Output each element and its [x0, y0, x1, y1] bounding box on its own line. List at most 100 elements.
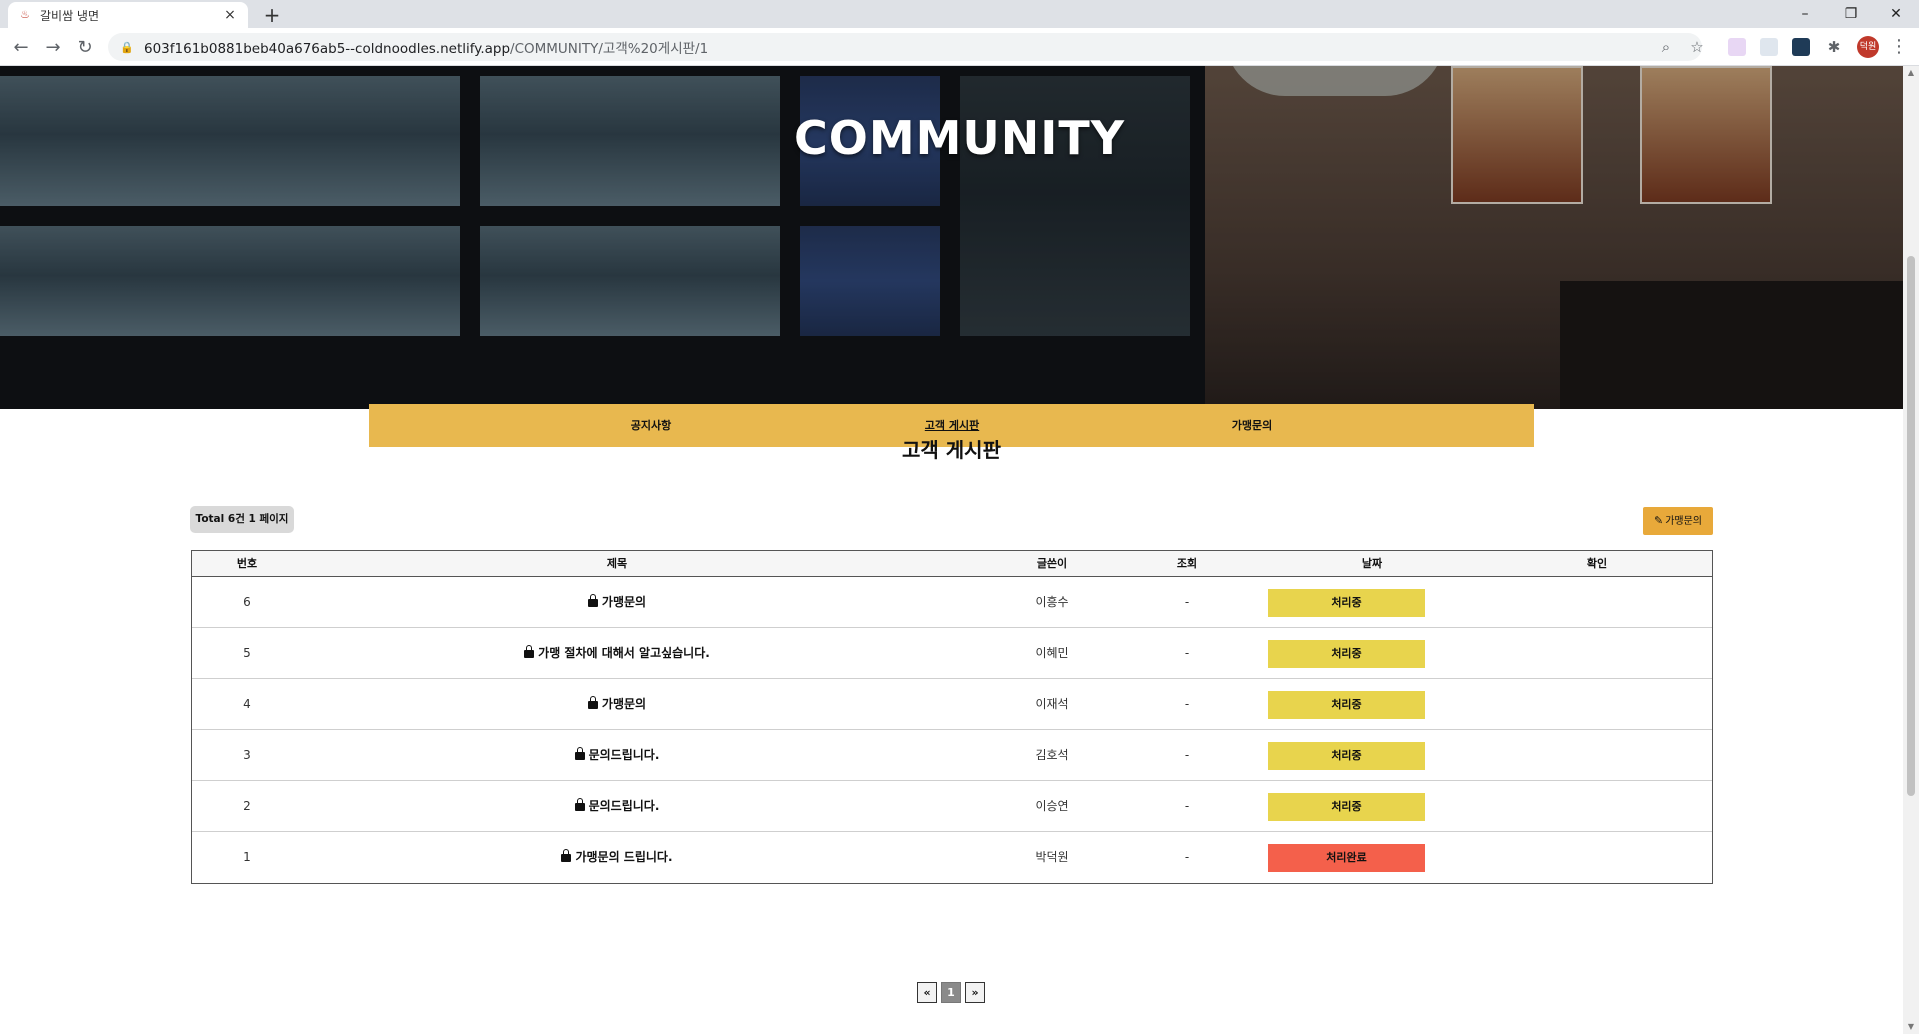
tab-title: 갈비쌈 냉면: [40, 8, 100, 23]
lock-icon: [574, 798, 585, 811]
table-row[interactable]: 2문의드립니다.이승연-2021 / 03 - 1처리중: [192, 781, 1712, 832]
row-author: 이혜민: [932, 628, 1172, 679]
status-badge: 처리중: [1268, 793, 1425, 821]
url-path: /COMMUNITY/고객%20게시판/1: [510, 41, 709, 57]
tab-close-icon[interactable]: ×: [222, 7, 238, 23]
row-author-text: 박덕원: [1035, 850, 1069, 864]
pager-page-1[interactable]: 1: [941, 982, 961, 1003]
row-number-text: 2: [243, 799, 251, 813]
row-title[interactable]: 가맹문의 드립니다.: [302, 832, 932, 883]
row-title[interactable]: 가맹문의: [302, 679, 932, 730]
row-author-text: 이흥수: [1035, 595, 1069, 609]
row-title-text: 문의드립니다.: [588, 799, 660, 813]
row-number-text: 5: [243, 646, 251, 660]
row-author: 이흥수: [932, 577, 1172, 628]
extension-podcast-icon[interactable]: [1728, 38, 1746, 56]
row-title-text: 가맹문의: [601, 595, 647, 609]
board-table: 번호 제목 글쓴이 조회 날짜 확인 6가맹문의이흥수-2021 / 03 - …: [191, 550, 1713, 884]
window-minimize-button[interactable]: –: [1782, 0, 1828, 28]
row-title-text: 가맹문의: [601, 697, 647, 711]
zoom-icon[interactable]: ⌕: [1655, 36, 1677, 58]
profile-avatar[interactable]: 덕원: [1857, 36, 1879, 58]
row-number-text: 6: [243, 595, 251, 609]
row-author: 이승연: [932, 781, 1172, 832]
row-number-text: 3: [243, 748, 251, 762]
row-number-text: 1: [243, 850, 251, 864]
row-author-text: 이승연: [1035, 799, 1069, 813]
row-number: 4: [192, 679, 302, 730]
row-author: 박덕원: [932, 832, 1172, 883]
scroll-up-icon[interactable]: ▲: [1903, 66, 1919, 80]
table-row[interactable]: 4가맹문의이재석-2021 / 03 - 2처리중: [192, 679, 1712, 730]
extensions-puzzle-icon[interactable]: ✱: [1823, 36, 1845, 58]
page-scrollbar[interactable]: ▲ ▼: [1903, 66, 1919, 1034]
row-title[interactable]: 문의드립니다.: [302, 781, 932, 832]
reload-button[interactable]: ↻: [73, 36, 97, 60]
pencil-icon: ✎: [1653, 514, 1664, 527]
lock-icon: [587, 594, 598, 607]
row-title[interactable]: 문의드립니다.: [302, 730, 932, 781]
col-status: 확인: [1586, 557, 1608, 570]
row-title[interactable]: 가맹 절차에 대해서 알고싶습니다.: [302, 628, 932, 679]
url-host: 603f161b0881beb40a676ab5--coldnoodles.ne…: [144, 41, 511, 57]
table-row[interactable]: 3문의드립니다.김호석-2021 / 03 - 1처리중: [192, 730, 1712, 781]
row-number: 5: [192, 628, 302, 679]
back-button[interactable]: ←: [9, 36, 33, 60]
row-author-text: 이재석: [1035, 697, 1069, 711]
row-views-text: -: [1184, 697, 1190, 711]
col-date: 날짜: [1361, 557, 1383, 570]
row-views-text: -: [1184, 646, 1190, 660]
row-views: -: [1172, 628, 1202, 679]
table-row[interactable]: 6가맹문의이흥수-2021 / 03 - 7처리중: [192, 577, 1712, 628]
row-views: -: [1172, 577, 1202, 628]
scroll-down-icon[interactable]: ▼: [1903, 1020, 1919, 1034]
row-author: 이재석: [932, 679, 1172, 730]
board-body: 6가맹문의이흥수-2021 / 03 - 7처리중5가맹 절차에 대해서 알고싶…: [192, 577, 1712, 883]
hero-title: COMMUNITY: [793, 111, 1126, 165]
row-number: 3: [192, 730, 302, 781]
row-title-text: 가맹문의 드립니다.: [575, 850, 673, 864]
row-views-text: -: [1184, 595, 1190, 609]
address-url[interactable]: 603f161b0881beb40a676ab5--coldnoodles.ne…: [144, 37, 708, 57]
window-close-button[interactable]: ✕: [1873, 0, 1919, 28]
table-row[interactable]: 1가맹문의 드립니다.박덕원-2021 / 03 - 1처리완료: [192, 832, 1712, 883]
pager-prev-button[interactable]: «: [917, 982, 937, 1003]
row-author-text: 이혜민: [1035, 646, 1069, 660]
lock-icon: [524, 645, 535, 658]
write-inquiry-label: 가맹문의: [1665, 516, 1703, 527]
pager-next-button[interactable]: »: [965, 982, 985, 1003]
row-number-text: 4: [243, 697, 251, 711]
forward-button[interactable]: →: [41, 36, 65, 60]
extension-react-icon[interactable]: [1792, 38, 1810, 56]
row-views: -: [1172, 832, 1202, 883]
row-views-text: -: [1184, 799, 1190, 813]
row-views: -: [1172, 781, 1202, 832]
col-author: 글쓴이: [1036, 557, 1068, 570]
status-badge: 처리중: [1268, 589, 1425, 617]
write-inquiry-button[interactable]: ✎ 가맹문의: [1643, 507, 1713, 535]
new-tab-button[interactable]: +: [262, 4, 282, 26]
row-title-text: 문의드립니다.: [588, 748, 660, 762]
status-badge: 처리중: [1268, 742, 1425, 770]
row-author: 김호석: [932, 730, 1172, 781]
status-badge: 처리중: [1268, 640, 1425, 668]
row-title[interactable]: 가맹문의: [302, 577, 932, 628]
browser-tabstrip: ♨ 갈비쌈 냉면 × + – ❐ ✕: [0, 0, 1919, 28]
lock-icon: [587, 696, 598, 709]
bookmark-star-icon[interactable]: ☆: [1686, 36, 1708, 58]
browser-toolbar: ← → ↻ 🔒 603f161b0881beb40a676ab5--coldno…: [0, 28, 1919, 66]
table-row[interactable]: 5가맹 절차에 대해서 알고싶습니다.이혜민-2021 / 03 - 3처리중: [192, 628, 1712, 679]
row-views: -: [1172, 730, 1202, 781]
secure-lock-icon: 🔒: [120, 40, 134, 54]
extension-screen-icon[interactable]: [1760, 38, 1778, 56]
browser-tab[interactable]: ♨ 갈비쌈 냉면 ×: [8, 2, 248, 28]
window-restore-button[interactable]: ❐: [1828, 0, 1874, 28]
address-bar[interactable]: 🔒 603f161b0881beb40a676ab5--coldnoodles.…: [108, 33, 1702, 61]
status-badge: 처리중: [1268, 691, 1425, 719]
row-views: -: [1172, 679, 1202, 730]
scroll-thumb[interactable]: [1907, 256, 1915, 796]
row-number: 6: [192, 577, 302, 628]
site-favicon-icon: ♨: [20, 8, 30, 21]
browser-menu-icon[interactable]: ⋮: [1890, 36, 1908, 58]
hero-banner: COMMUNITY: [0, 66, 1919, 409]
